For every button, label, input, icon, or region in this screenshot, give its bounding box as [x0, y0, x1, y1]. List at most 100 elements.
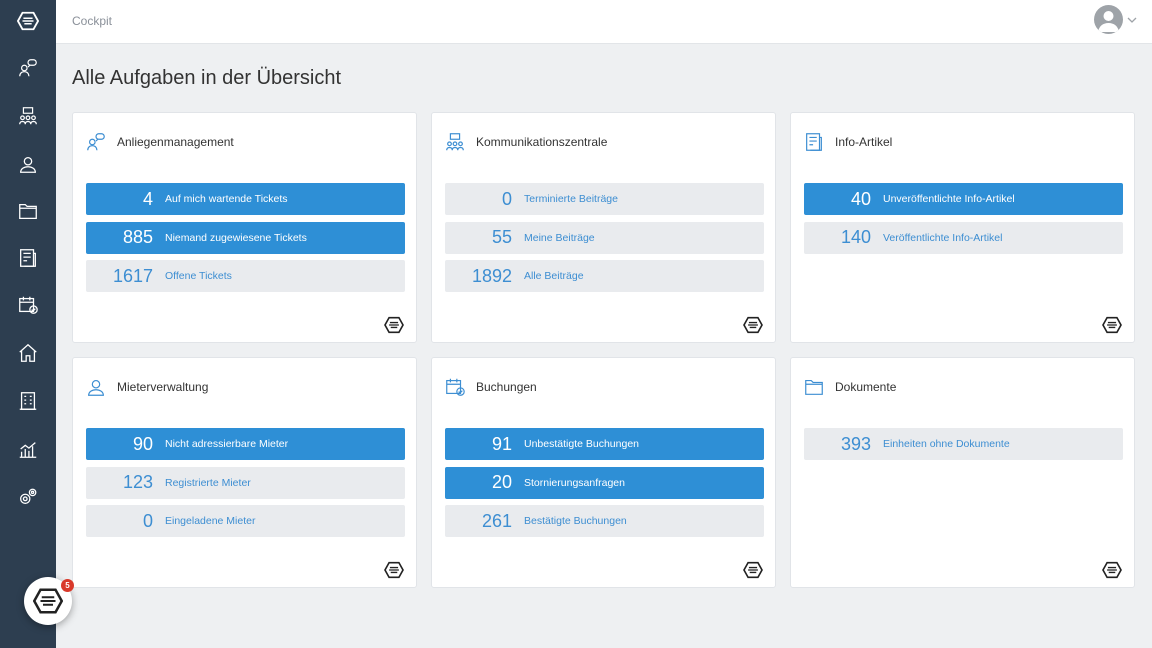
- sidebar-item-home[interactable]: [0, 333, 56, 373]
- sidebar-item-info-artikel[interactable]: [0, 238, 56, 278]
- sidebar-item-kommunikation[interactable]: [0, 96, 56, 136]
- card-header: Dokumente: [803, 376, 896, 398]
- task-list: 40 Unveröffentlichte Info-Artikel 140 Verö…: [804, 183, 1123, 260]
- logo-icon: [1102, 561, 1122, 579]
- card-title: Buchungen: [476, 380, 537, 394]
- task-count: 91: [491, 433, 512, 454]
- home-icon: [19, 343, 37, 362]
- task-count: 90: [132, 433, 153, 454]
- notification-badge: 5: [61, 579, 74, 592]
- sidebar-item-dokumente[interactable]: [0, 191, 56, 231]
- card-header: Mieterverwaltung: [85, 376, 208, 398]
- task-list: 4 Auf mich wartende Tickets 885 Niemand zu…: [86, 183, 405, 299]
- logo-icon: [1102, 316, 1122, 334]
- people-group-icon: [446, 133, 464, 151]
- building-icon: [19, 392, 37, 410]
- task-label: Registrierte Mieter: [165, 476, 251, 489]
- card-title: Kommunikationszentrale: [476, 135, 608, 149]
- task-label: Eingeladene Mieter: [165, 515, 256, 527]
- card-anliegenmanagement: Anliegenmanagement 4 Auf mich wartende Ti…: [72, 112, 417, 343]
- task-row[interactable]: 1892 Alle Beiträge: [445, 260, 764, 292]
- task-label: Offene Tickets: [165, 270, 232, 282]
- document-icon: [20, 249, 36, 267]
- logo-icon: [33, 588, 63, 614]
- card-buchungen: Buchungen 91 Unbestätigte Buchungen 20 Sto…: [431, 357, 776, 588]
- task-row[interactable]: 91 Unbestätigte Buchungen: [445, 428, 764, 460]
- task-row[interactable]: 885 Niemand zugewiesene Tickets: [86, 221, 405, 254]
- task-list: 0 Terminierte Beiträge 55 Meine Beiträge 1…: [445, 183, 764, 299]
- sidebar-logo[interactable]: [0, 1, 56, 41]
- person-icon: [20, 156, 36, 173]
- breadcrumb[interactable]: Cockpit: [72, 14, 112, 28]
- task-list: 91 Unbestätigte Buchungen 20 Stornierungsa…: [445, 428, 764, 544]
- sidebar-item-anliegen[interactable]: [0, 48, 56, 88]
- task-count: 123: [122, 472, 153, 492]
- task-list: 90 Nicht adressierbare Mieter 123 Registri…: [86, 428, 405, 544]
- user-menu[interactable]: [1094, 5, 1138, 34]
- task-count: 4: [142, 188, 153, 209]
- task-label: Bestätigte Buchungen: [524, 515, 627, 527]
- chevron-down-icon: [1127, 17, 1137, 23]
- logo-icon: [17, 11, 39, 31]
- card-title: Mieterverwaltung: [117, 380, 209, 394]
- logo-icon: [743, 316, 763, 334]
- task-row[interactable]: 90 Nicht adressierbare Mieter: [86, 428, 405, 460]
- document-icon: [806, 133, 822, 151]
- logo-icon: [743, 561, 763, 579]
- user-avatar-icon: [1094, 5, 1123, 34]
- task-row[interactable]: 0 Eingeladene Mieter: [86, 505, 405, 537]
- task-row[interactable]: 0 Terminierte Beiträge: [445, 183, 764, 215]
- task-label: Terminierte Beiträge: [524, 193, 618, 205]
- sidebar-item-buchungen[interactable]: [0, 285, 56, 325]
- folder-icon: [805, 379, 823, 395]
- task-row[interactable]: 393 Einheiten ohne Dokumente: [804, 428, 1123, 460]
- task-row[interactable]: 4 Auf mich wartende Tickets: [86, 183, 405, 215]
- logo-icon: [384, 316, 404, 334]
- card-header: Buchungen: [444, 376, 537, 398]
- task-row[interactable]: 20 Stornierungsanfragen: [445, 466, 764, 499]
- task-count: 140: [840, 227, 871, 247]
- task-label: Niemand zugewiesene Tickets: [165, 231, 307, 244]
- task-label: Auf mich wartende Tickets: [165, 193, 288, 205]
- task-row[interactable]: 40 Unveröffentlichte Info-Artikel: [804, 183, 1123, 215]
- sidebar-item-statistik[interactable]: [0, 429, 56, 469]
- card-header: Anliegenmanagement: [85, 131, 234, 153]
- card-header: Info-Artikel: [803, 131, 892, 153]
- card-title: Anliegenmanagement: [117, 135, 234, 149]
- chart-icon: [19, 442, 37, 458]
- logo-icon: [384, 561, 404, 579]
- task-row[interactable]: 261 Bestätigte Buchungen: [445, 505, 764, 537]
- calendar-check-icon: [19, 296, 38, 314]
- chat-person-icon: [87, 133, 105, 151]
- sidebar-item-gebaeude[interactable]: [0, 381, 56, 421]
- person-icon: [88, 379, 104, 396]
- task-label: Stornierungsanfragen: [524, 476, 625, 489]
- card-dokumente: Dokumente 393 Einheiten ohne Dokumente: [790, 357, 1135, 588]
- card-mieterverwaltung: Mieterverwaltung 90 Nicht adressierbare M…: [72, 357, 417, 588]
- card-info-artikel: Info-Artikel 40 Unveröffentlichte Info-Ar…: [790, 112, 1135, 343]
- task-row[interactable]: 140 Veröffentlichte Info-Artikel: [804, 221, 1123, 254]
- task-row[interactable]: 55 Meine Beiträge: [445, 221, 764, 254]
- task-label: Veröffentlichte Info-Artikel: [883, 231, 1003, 244]
- task-row[interactable]: 123 Registrierte Mieter: [86, 466, 405, 499]
- task-count: 885: [122, 227, 153, 247]
- folder-icon: [19, 203, 37, 219]
- task-label: Alle Beiträge: [524, 270, 584, 282]
- task-count: 55: [491, 227, 512, 247]
- task-label: Einheiten ohne Dokumente: [883, 438, 1010, 450]
- task-label: Unveröffentlichte Info-Artikel: [883, 193, 1015, 205]
- task-row[interactable]: 1617 Offene Tickets: [86, 260, 405, 292]
- calendar-check-icon: [446, 378, 465, 396]
- page-title: Alle Aufgaben in der Übersicht: [72, 67, 342, 89]
- card-header: Kommunikationszentrale: [444, 131, 607, 153]
- sidebar-item-einstellungen[interactable]: [0, 477, 56, 517]
- task-count: 40: [850, 188, 871, 209]
- task-label: Unbestätigte Buchungen: [524, 438, 640, 450]
- task-count: 393: [840, 433, 871, 454]
- task-label: Meine Beiträge: [524, 231, 595, 244]
- card-title: Dokumente: [835, 380, 897, 394]
- task-count: 261: [481, 510, 512, 531]
- task-count: 0: [501, 188, 512, 209]
- sidebar-item-mieter[interactable]: [0, 144, 56, 184]
- task-count: 0: [142, 510, 153, 531]
